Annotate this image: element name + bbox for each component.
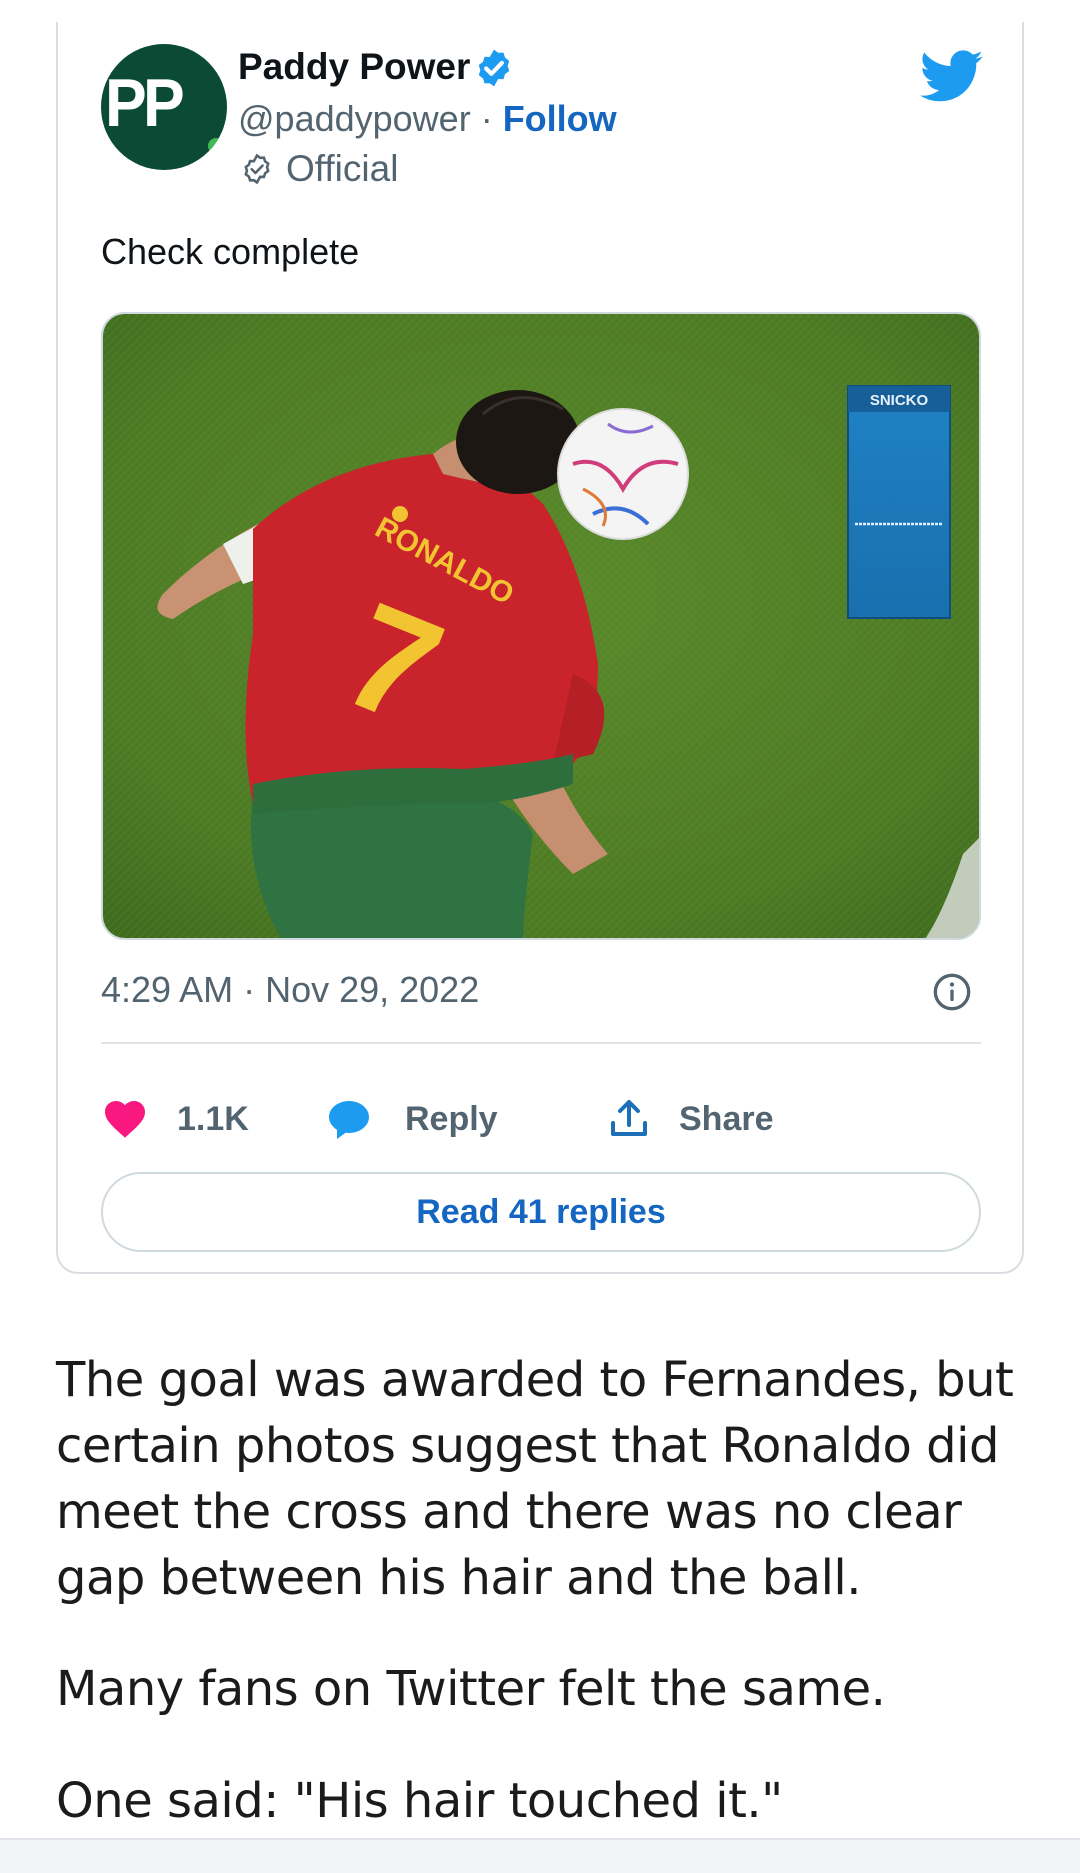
official-label-row: Official	[240, 148, 398, 190]
tweet-text: Check complete	[101, 231, 360, 272]
avatar[interactable]: PP	[101, 44, 227, 170]
reply-bubble-icon	[329, 1101, 369, 1139]
divider	[101, 1042, 981, 1044]
official-check-icon	[244, 153, 270, 185]
tweet-timestamp[interactable]: 4:29 AM · Nov 29, 2022	[101, 969, 479, 1011]
snicko-label: SNICKO	[870, 392, 929, 409]
tweet-actions: 1.1K Reply Share	[101, 1094, 981, 1144]
handle-separator: ·	[470, 98, 503, 139]
share-icon	[611, 1100, 647, 1136]
bottom-bar	[0, 1838, 1080, 1873]
ball	[557, 408, 689, 540]
share-button[interactable]: Share	[605, 1094, 774, 1144]
like-count: 1.1K	[177, 1099, 249, 1138]
reply-button[interactable]: Reply	[325, 1094, 498, 1144]
article-paragraph-1: The goal was awarded to Fernandes, but c…	[56, 1352, 1014, 1606]
verified-badge-icon	[478, 49, 510, 87]
read-replies-button[interactable]: Read 41 replies	[101, 1172, 981, 1252]
reply-label: Reply	[405, 1099, 498, 1138]
article-paragraph-3: One said: "His hair touched it."	[56, 1773, 783, 1829]
heart-icon	[105, 1101, 145, 1138]
avatar-dot	[208, 138, 224, 154]
twitter-bird-icon[interactable]	[920, 50, 984, 104]
share-label: Share	[679, 1099, 774, 1138]
avatar-logo-text: PP	[105, 65, 185, 141]
like-button[interactable]: 1.1K	[101, 1094, 249, 1144]
author-name[interactable]: Paddy Power	[238, 46, 470, 88]
ronaldo-header-photo: SNICKO RONALDO 7	[103, 314, 979, 938]
follow-link[interactable]: Follow	[503, 98, 617, 139]
info-icon[interactable]	[932, 972, 972, 1012]
embedded-tweet-card: PP Paddy Power @paddypower · Follow Offi…	[56, 22, 1024, 1274]
snicko-overlay: SNICKO	[847, 385, 951, 619]
official-label: Official	[286, 148, 399, 189]
article-paragraph-2: Many fans on Twitter felt the same.	[56, 1661, 886, 1717]
author-handle[interactable]: @paddypower	[238, 98, 471, 139]
handle-line: @paddypower · Follow	[238, 98, 617, 140]
tweet-media-image[interactable]: SNICKO RONALDO 7	[101, 312, 981, 940]
